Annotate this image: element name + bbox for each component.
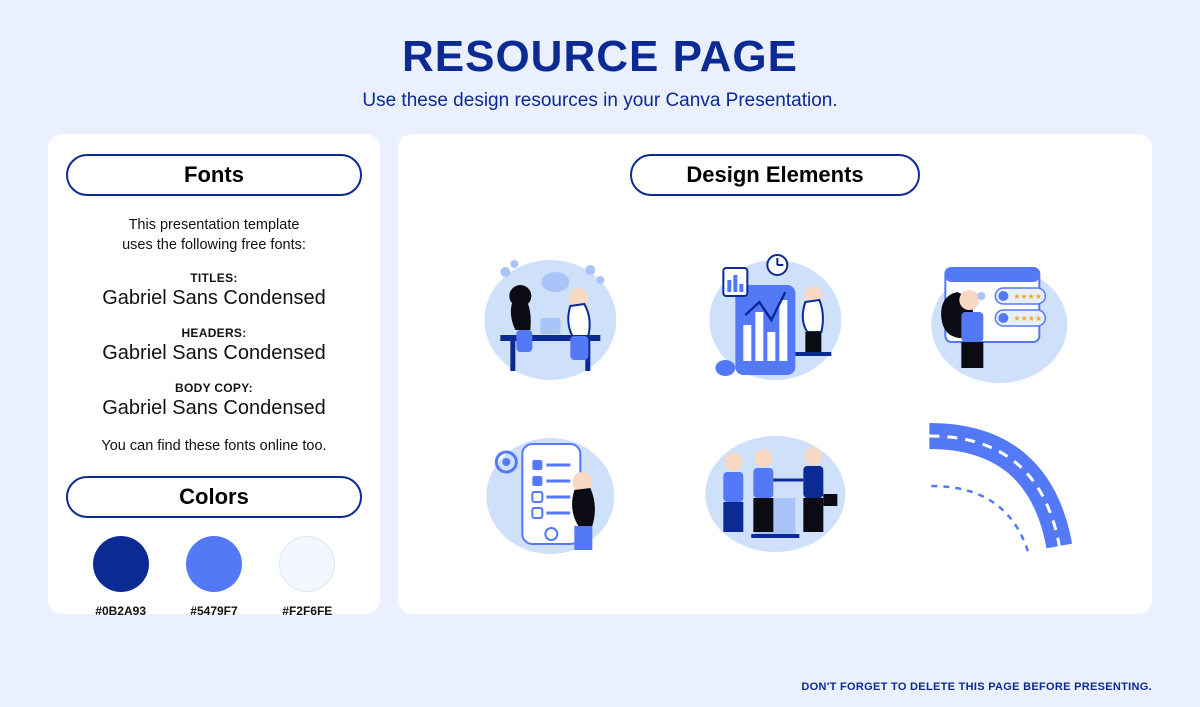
design-elements-card: Design Elements xyxy=(398,134,1152,614)
footer-note: DON'T FORGET TO DELETE THIS PAGE BEFORE … xyxy=(801,681,1152,693)
swatch-circle-2 xyxy=(186,536,242,592)
fonts-intro-line1: This presentation template xyxy=(129,217,300,233)
swatch-label-2: #5479F7 xyxy=(186,604,242,618)
svg-text:★★★★: ★★★★ xyxy=(1014,292,1043,301)
font-block-titles: TITLES: Gabriel Sans Condensed xyxy=(66,271,362,310)
design-elements-header: Design Elements xyxy=(630,154,920,196)
illustration-meeting xyxy=(458,240,643,390)
illustration-reviews: ★★★★ ★★★★ xyxy=(907,240,1092,390)
page-title: RESOURCE PAGE xyxy=(0,32,1200,82)
color-swatches: #0B2A93 #5479F7 #F2F6FE xyxy=(66,536,362,618)
colors-header: Colors xyxy=(66,476,362,518)
svg-text:★★★★: ★★★★ xyxy=(1014,314,1043,323)
illustration-analytics xyxy=(683,240,868,390)
illustration-road xyxy=(907,416,1092,566)
fonts-colors-card: Fonts This presentation template uses th… xyxy=(48,134,380,614)
fonts-outro: You can find these fonts online too. xyxy=(66,438,362,454)
font-name-body: Gabriel Sans Condensed xyxy=(66,397,362,420)
design-elements-grid: ★★★★ ★★★★ xyxy=(428,240,1122,566)
font-name-headers: Gabriel Sans Condensed xyxy=(66,342,362,365)
swatch-2: #5479F7 xyxy=(186,536,242,618)
fonts-header: Fonts xyxy=(66,154,362,196)
font-block-body: BODY COPY: Gabriel Sans Condensed xyxy=(66,381,362,420)
swatch-label-3: #F2F6FE xyxy=(279,604,335,618)
swatch-circle-3 xyxy=(279,536,335,592)
swatch-1: #0B2A93 xyxy=(93,536,149,618)
font-label-headers: HEADERS: xyxy=(66,326,362,340)
font-name-titles: Gabriel Sans Condensed xyxy=(66,287,362,310)
swatch-3: #F2F6FE xyxy=(279,536,335,618)
font-label-body: BODY COPY: xyxy=(66,381,362,395)
fonts-intro: This presentation template uses the foll… xyxy=(66,216,362,255)
font-block-headers: HEADERS: Gabriel Sans Condensed xyxy=(66,326,362,365)
fonts-intro-line2: uses the following free fonts: xyxy=(122,237,306,253)
font-label-titles: TITLES: xyxy=(66,271,362,285)
page-subtitle: Use these design resources in your Canva… xyxy=(0,90,1200,112)
swatch-circle-1 xyxy=(93,536,149,592)
illustration-checklist xyxy=(458,416,643,566)
illustration-team xyxy=(683,416,868,566)
swatch-label-1: #0B2A93 xyxy=(93,604,149,618)
content-row: Fonts This presentation template uses th… xyxy=(0,112,1200,614)
